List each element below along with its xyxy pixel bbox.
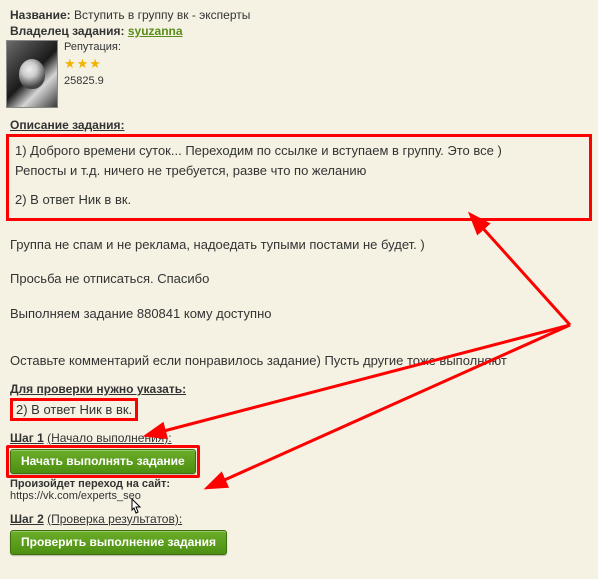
desc-extra-4: Оставьте комментарий если понравилось за…: [10, 351, 592, 372]
step-1-label: Шаг 1: [10, 431, 44, 445]
task-title-row: Название: Вступить в группу вк - эксперт…: [10, 8, 592, 22]
owner-link[interactable]: syuzanna: [128, 24, 183, 38]
step-2-paren: (Проверка результатов):: [47, 512, 182, 526]
check-task-button[interactable]: Проверить выполнение задания: [10, 530, 227, 555]
step-2-row: Шаг 2 (Проверка результатов):: [10, 512, 592, 526]
title-value: Вступить в группу вк - эксперты: [74, 8, 250, 22]
desc-extra-2: Просьба не отписаться. Спасибо: [10, 269, 592, 290]
check-requirement-label: Для проверки нужно указать:: [10, 382, 592, 396]
start-task-button[interactable]: Начать выполнять задание: [10, 449, 196, 474]
step-1-row: Шаг 1 (Начало выполнения):: [10, 431, 592, 445]
step-1-paren: (Начало выполнения):: [47, 431, 172, 445]
description-highlight-box: 1) Доброго времени суток... Переходим по…: [6, 134, 592, 221]
desc-line-1: 1) Доброго времени суток... Переходим по…: [15, 141, 583, 161]
owner-label: Владелец задания:: [10, 24, 125, 38]
title-label: Название:: [10, 8, 71, 22]
desc-extra-3: Выполняем задание 880841 кому доступно: [10, 304, 592, 325]
desc-line-3: 2) В ответ Ник в вк.: [15, 190, 583, 210]
reputation-label: Репутация:: [64, 40, 121, 55]
redirect-label: Произойдет переход на сайт:: [10, 478, 170, 490]
desc-extra-1: Группа не спам и не реклама, надоедать т…: [10, 235, 592, 256]
reputation-value: 25825.9: [64, 74, 121, 89]
reputation-block: Репутация: ★★★ 25825.9: [64, 40, 121, 89]
step-2-label: Шаг 2: [10, 512, 44, 526]
redirect-url: https://vk.com/experts_seo: [10, 490, 141, 502]
desc-line-2: Репосты и т.д. ничего не требуется, разв…: [15, 161, 583, 181]
owner-row: Владелец задания: syuzanna: [10, 24, 592, 38]
description-label: Описание задания:: [10, 118, 592, 132]
avatar[interactable]: [6, 40, 58, 108]
check-requirement-value: 2) В ответ Ник в вк.: [10, 398, 138, 421]
reputation-stars-icon: ★★★: [64, 55, 121, 73]
